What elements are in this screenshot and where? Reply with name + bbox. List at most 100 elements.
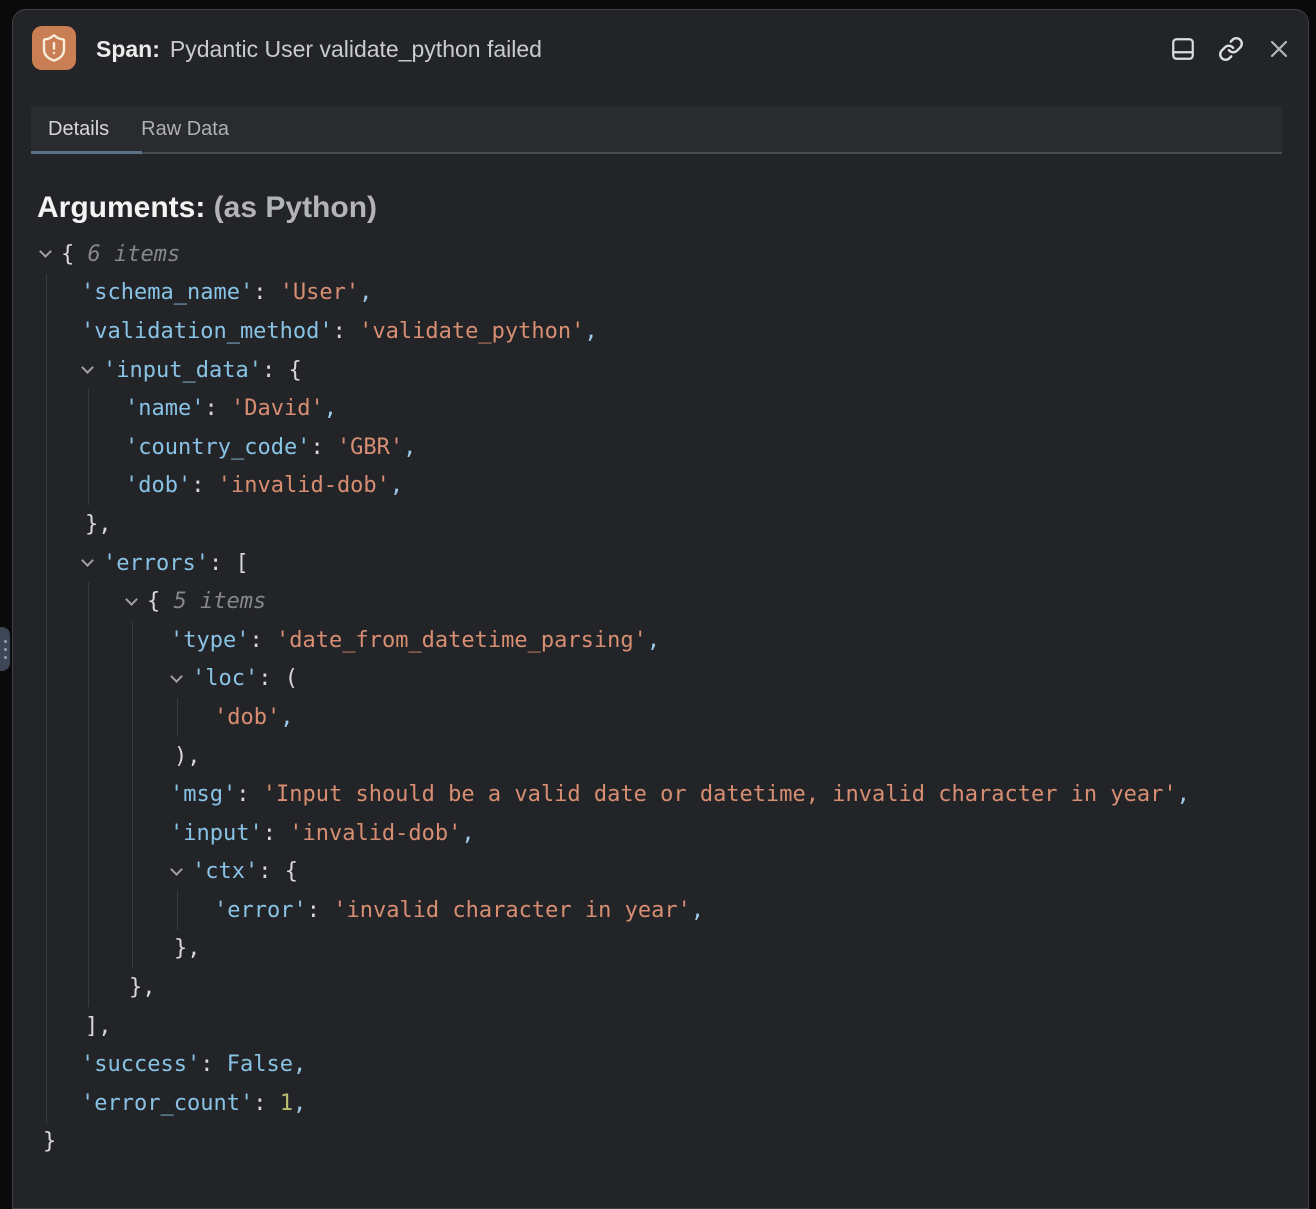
code-token-punct: }	[43, 1129, 56, 1154]
code-line: 'dob',	[13, 698, 1308, 737]
indent-guide	[88, 737, 89, 776]
indent-guide	[88, 930, 89, 969]
panel-resize-handle[interactable]	[0, 627, 10, 671]
code-token-key: 'msg'	[170, 782, 236, 807]
indent-guide	[46, 467, 47, 506]
code-token-key: 'dob'	[125, 473, 191, 498]
indent-guide	[88, 582, 89, 621]
code-line: 'input_data': {	[13, 351, 1308, 390]
indent-guide	[46, 1007, 47, 1046]
code-token-punct: {	[61, 242, 88, 267]
code-line: 'msg': 'Input should be a valid date or …	[13, 775, 1308, 814]
panel-title-text: Pydantic User validate_python failed	[170, 36, 542, 63]
indent-guide	[46, 737, 47, 776]
panel-title: Span: Pydantic User validate_python faile…	[96, 10, 542, 88]
panel-bottom-icon[interactable]	[1169, 36, 1196, 63]
indent-guide	[88, 814, 89, 853]
code-token-punct: :	[253, 1091, 280, 1116]
code-token-punct: :	[253, 280, 280, 305]
code-line: 'loc': (	[13, 660, 1308, 699]
code-token-punct: :	[200, 1052, 227, 1077]
header-actions	[1169, 10, 1292, 88]
indent-guide	[46, 428, 47, 467]
arguments-heading-main: Arguments:	[37, 191, 205, 224]
indent-guide	[46, 621, 47, 660]
chevron-down-icon[interactable]	[81, 561, 103, 565]
code-token-str: 'David'	[231, 396, 324, 421]
code-token-key: 'type'	[170, 628, 249, 653]
indent-guide	[46, 1084, 47, 1123]
code-token-punct: {	[147, 589, 174, 614]
code-token-str: 'validate_python'	[359, 319, 584, 344]
indent-guide	[46, 351, 47, 390]
tab-bar: Details Raw Data	[31, 106, 1282, 154]
span-detail-panel: Span: Pydantic User validate_python faile…	[12, 9, 1309, 1209]
code-token-punct: },	[129, 975, 156, 1000]
code-token-punct: :	[263, 821, 290, 846]
indent-guide	[46, 775, 47, 814]
chevron-down-icon[interactable]	[170, 677, 192, 681]
indent-guide	[132, 775, 133, 814]
code-token-comma: ,	[390, 473, 403, 498]
indent-guide	[46, 505, 47, 544]
tab-raw-data[interactable]: Raw Data	[141, 118, 229, 141]
code-token-items: 5 items	[174, 589, 267, 614]
code-line: 'success': False,	[13, 1045, 1308, 1084]
code-token-punct: :	[236, 782, 263, 807]
code-line: 'validation_method': 'validate_python',	[13, 312, 1308, 351]
indent-guide	[132, 853, 133, 892]
code-line: },	[13, 505, 1308, 544]
tab-details[interactable]: Details	[48, 118, 109, 141]
indent-guide	[88, 968, 89, 1007]
indent-guide	[132, 891, 133, 930]
indent-guide	[177, 698, 178, 737]
code-token-key: 'input_data'	[103, 358, 262, 383]
close-icon[interactable]	[1265, 36, 1292, 63]
code-token-comma: ,	[461, 821, 474, 846]
code-token-str: 'invalid character in year'	[333, 898, 691, 923]
code-token-key: 'loc'	[192, 666, 258, 691]
code-line: { 5 items	[13, 582, 1308, 621]
indent-guide	[132, 930, 133, 969]
code-token-str: 'User'	[280, 280, 359, 305]
chevron-down-icon[interactable]	[125, 600, 147, 604]
code-token-punct: (	[285, 666, 298, 691]
code-line: 'error': 'invalid character in year',	[13, 891, 1308, 930]
shield-alert-icon	[32, 26, 76, 70]
indent-guide	[132, 660, 133, 699]
chevron-down-icon[interactable]	[39, 252, 61, 256]
code-token-bool: False	[227, 1052, 293, 1077]
active-tab-underline	[31, 151, 142, 154]
indent-guide	[132, 814, 133, 853]
indent-guide	[88, 660, 89, 699]
code-token-key: 'error_count'	[81, 1091, 253, 1116]
code-token-punct: {	[285, 859, 298, 884]
code-token-comma: ,	[324, 396, 337, 421]
indent-guide	[46, 968, 47, 1007]
indent-guide	[132, 698, 133, 737]
code-token-key: 'ctx'	[192, 859, 258, 884]
indent-guide	[46, 312, 47, 351]
indent-guide	[88, 891, 89, 930]
code-token-punct: :	[262, 358, 289, 383]
code-token-punct: :	[258, 666, 285, 691]
code-token-key: 'error'	[214, 898, 307, 923]
panel-title-label: Span:	[96, 36, 160, 63]
link-icon[interactable]	[1217, 36, 1244, 63]
code-token-str: 'dob'	[214, 705, 280, 730]
chevron-down-icon[interactable]	[81, 368, 103, 372]
indent-guide	[46, 544, 47, 583]
code-token-key: 'name'	[125, 396, 204, 421]
code-token-key: 'validation_method'	[81, 319, 333, 344]
code-token-punct: ),	[174, 744, 201, 769]
indent-guide	[88, 389, 89, 428]
chevron-down-icon[interactable]	[170, 870, 192, 874]
indent-guide	[46, 582, 47, 621]
indent-guide	[88, 467, 89, 506]
code-token-comma: ,	[584, 319, 597, 344]
code-token-key: 'schema_name'	[81, 280, 253, 305]
code-token-comma: ,	[293, 1052, 306, 1077]
code-line: 'country_code': 'GBR',	[13, 428, 1308, 467]
code-token-comma: ,	[1177, 782, 1190, 807]
code-line: 'ctx': {	[13, 853, 1308, 892]
